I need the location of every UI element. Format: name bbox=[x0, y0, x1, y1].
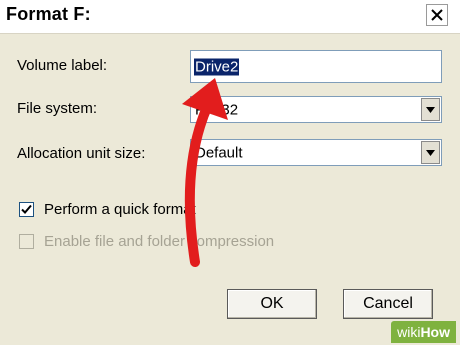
watermark-suffix: How bbox=[420, 324, 450, 340]
allocation-unit-size-dropdown-button[interactable] bbox=[421, 141, 440, 164]
allocation-unit-size-label: Allocation unit size: bbox=[17, 145, 146, 162]
dialog-title: Format F: bbox=[6, 4, 91, 24]
checkmark-icon bbox=[21, 204, 32, 214]
file-system-label: File system: bbox=[17, 100, 98, 117]
chevron-down-icon bbox=[426, 149, 435, 156]
allocation-unit-size-dropdown[interactable]: Default bbox=[190, 139, 442, 166]
volume-label-label: Volume label: bbox=[17, 57, 108, 74]
watermark-prefix: wiki bbox=[397, 324, 421, 340]
title-bar: Format F: bbox=[0, 0, 460, 34]
ok-button[interactable]: OK bbox=[227, 289, 317, 319]
wikihow-watermark: wikiHow bbox=[391, 321, 456, 343]
quick-format-checkbox[interactable] bbox=[19, 202, 34, 217]
volume-label-input[interactable]: Drive2 bbox=[190, 50, 442, 83]
allocation-unit-size-value: Default bbox=[195, 144, 243, 161]
close-button[interactable] bbox=[426, 4, 448, 26]
cancel-button[interactable]: Cancel bbox=[343, 289, 433, 319]
file-system-dropdown-button[interactable] bbox=[421, 98, 440, 121]
quick-format-label[interactable]: Perform a quick format bbox=[44, 201, 196, 218]
chevron-down-icon bbox=[426, 106, 435, 113]
compression-checkbox bbox=[19, 234, 34, 249]
file-system-value: FAT32 bbox=[195, 101, 239, 118]
file-system-dropdown[interactable]: FAT32 bbox=[190, 96, 442, 123]
volume-label-value: Drive2 bbox=[194, 58, 240, 75]
compression-label: Enable file and folder compression bbox=[44, 233, 275, 250]
close-icon bbox=[431, 9, 443, 21]
